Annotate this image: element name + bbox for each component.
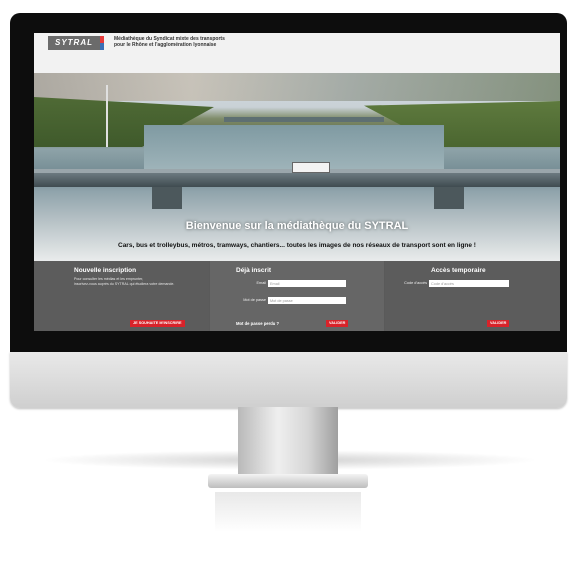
login-title: Déjà inscrit [236,267,272,274]
password-label: Mot de passe [243,298,266,302]
access-code-label: Code d'accès [404,281,427,285]
login-panel: Déjà inscrit Email Mot de passe Mot de p… [210,261,384,331]
stand-reflection [215,492,361,532]
welcome-title: Bienvenue sur la médiathèque du SYTRAL [185,220,409,232]
monitor-screen: SYTRAL Médiathèque du Syndicat mixte des… [34,33,560,331]
access-panels: Nouvelle inscription Pour consulter les … [34,261,560,331]
hero-bridge-pillar-right [434,187,464,209]
register-title: Nouvelle inscription [74,267,137,274]
password-input[interactable] [268,297,346,304]
welcome-subtitle: Cars, bus et trolleybus, métros, tramway… [118,242,476,249]
access-code-input[interactable] [429,280,509,287]
logo-mark-icon [100,36,104,50]
hero-far-bridge [224,117,384,122]
monitor-stand [238,407,338,479]
tagline-line-2: pour le Rhône et l'agglomération lyonnai… [114,42,217,48]
hero-mast [106,85,108,147]
sytral-logo[interactable]: SYTRAL [48,36,100,50]
forgot-password-link[interactable]: Mot de passe perdu ? [236,321,279,326]
monitor-stand-base [208,474,368,488]
register-text-line-2: inscrivez-vous auprès du SYTRAL qui étud… [74,282,175,286]
hero-bridge-pillar-left [152,187,182,209]
login-submit-button[interactable]: VALIDER [326,320,349,327]
register-button[interactable]: JE SOUHAITE M'INSCRIRE [130,320,185,327]
temporary-access-title: Accès temporaire [431,267,486,274]
site-header: SYTRAL Médiathèque du Syndicat mixte des… [34,33,560,73]
site-tagline: Médiathèque du Syndicat mixte des transp… [114,36,284,48]
email-input[interactable] [268,280,346,287]
hero-bus [292,162,330,173]
monitor-chin [10,352,567,408]
hero-bridge [34,173,560,187]
temporary-access-submit-button[interactable]: VALIDER [487,320,510,327]
register-panel: Nouvelle inscription Pour consulter les … [34,261,209,331]
email-label: Email [256,281,267,285]
temporary-access-panel: Accès temporaire Code d'accès VALIDER [385,261,560,331]
hero-city-skyline [34,73,560,101]
register-description: Pour consulter les médias et les emprunt… [74,277,194,287]
